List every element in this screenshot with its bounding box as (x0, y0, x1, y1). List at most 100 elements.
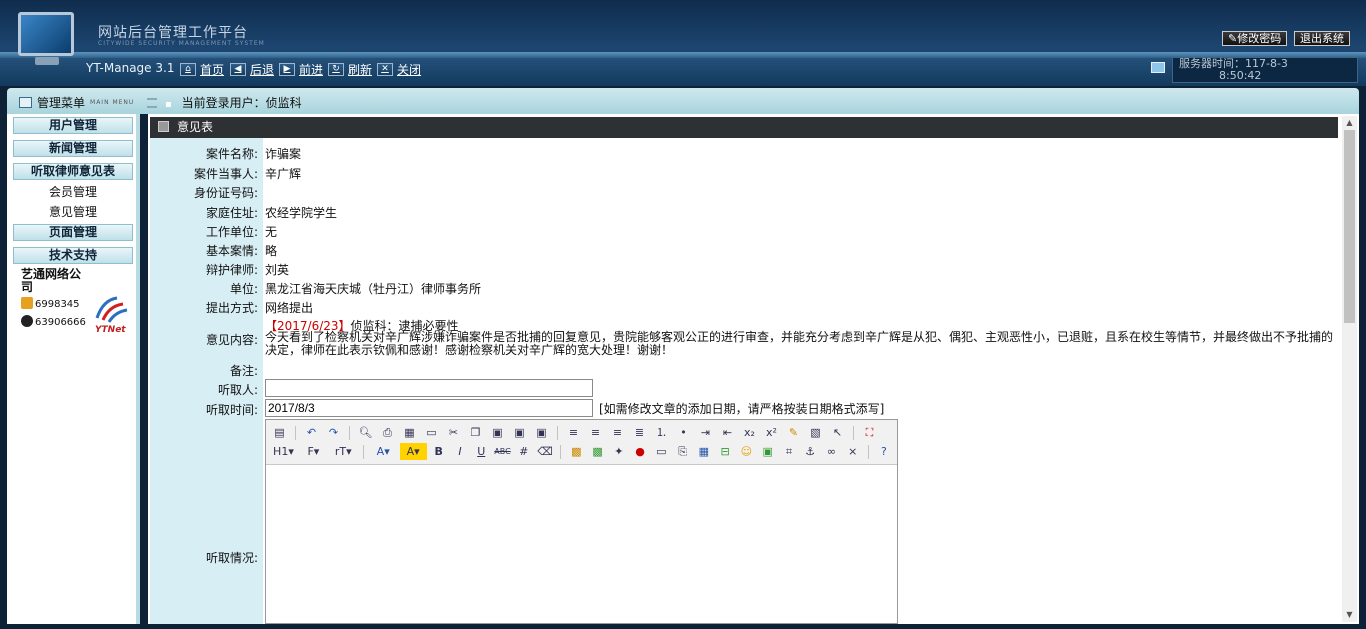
cut-icon[interactable]: ✂ (444, 424, 463, 441)
align-left-icon[interactable]: ≡ (564, 424, 583, 441)
scroll-thumb[interactable] (1344, 130, 1355, 323)
case-name-label: 案件名称: (205, 147, 258, 161)
code-icon[interactable]: ▭ (422, 424, 441, 441)
fullscreen-icon[interactable]: ⛶ (860, 424, 879, 441)
subscript-icon[interactable]: x₂ (740, 424, 759, 441)
font-size-icon[interactable]: rT▾ (330, 443, 357, 460)
horizontal-rule-icon[interactable]: ⊟ (716, 443, 734, 460)
baidu-map-icon[interactable]: ▣ (759, 443, 777, 460)
bold-icon[interactable]: B (430, 443, 448, 460)
case-name-value: 诈骗案 (265, 147, 302, 161)
source-icon[interactable]: ▤ (270, 424, 289, 441)
scroll-down-icon[interactable]: ▼ (1342, 608, 1357, 622)
template-icon[interactable]: ▦ (400, 424, 419, 441)
underline-icon[interactable]: U (472, 443, 490, 460)
refresh-icon: ↻ (328, 63, 344, 76)
justify-icon[interactable]: ≣ (630, 424, 649, 441)
page-break-icon[interactable]: ⌗ (780, 443, 798, 460)
emoticon-icon[interactable]: ☺ (737, 443, 755, 460)
link-icon[interactable]: ∞ (822, 443, 840, 460)
receiver-input[interactable] (265, 379, 593, 397)
attachment-icon[interactable]: ⎘ (673, 443, 691, 460)
panel-icon (158, 121, 169, 132)
panel-header: 意见表 (150, 117, 1338, 138)
change-password-button[interactable]: ✎修改密码 (1222, 31, 1288, 46)
sidebar-group-news[interactable]: 新闻管理 (13, 140, 133, 157)
address-value: 农经学院学生 (265, 206, 338, 220)
table-grid-icon[interactable]: # (515, 443, 533, 460)
sidebar-group-pages[interactable]: 页面管理 (13, 224, 133, 241)
copy-icon[interactable]: ❐ (466, 424, 485, 441)
image-icon[interactable]: ▩ (567, 443, 585, 460)
firm-label: 单位: (229, 282, 258, 296)
nav-forward[interactable]: ▶ 前进 (279, 61, 323, 78)
help-icon[interactable]: ? (875, 443, 893, 460)
font-family-icon[interactable]: F▾ (300, 443, 327, 460)
sidebar-group-tech-support[interactable]: 技术支持 (13, 247, 133, 264)
unordered-list-icon[interactable]: • (674, 424, 693, 441)
sidebar-item-members[interactable]: 会员管理 (7, 182, 136, 202)
insert-table-icon[interactable]: ▦ (695, 443, 713, 460)
server-icon (1151, 62, 1165, 73)
time-input[interactable] (265, 399, 593, 417)
server-time: 服务器时间：117-8-3 8:50:42 (1172, 57, 1358, 83)
select-all-icon[interactable]: ▧ (806, 424, 825, 441)
firm-value: 黑龙江省海天庆城（牡丹江）律师事务所 (265, 282, 482, 296)
redo-icon[interactable]: ↷ (324, 424, 343, 441)
opinion-text: 今天看到了检察机关对辛广辉涉嫌诈骗案件是否批捕的回复意见，贵院能够客观公正的进行… (265, 330, 1334, 357)
sidebar-group-users[interactable]: 用户管理 (13, 117, 133, 134)
highlight-color-icon[interactable]: A▾ (399, 443, 427, 460)
paste-word-icon[interactable]: ▣ (532, 424, 551, 441)
lawyer-value: 刘英 (265, 263, 290, 277)
clear-format-icon[interactable]: ✎ (784, 424, 803, 441)
key-icon: ✎ (1228, 32, 1238, 45)
collapse-lines-icon[interactable] (147, 97, 158, 108)
media-icon[interactable]: ● (631, 443, 649, 460)
menu-icon (19, 97, 32, 108)
qq-penguin-icon (21, 315, 33, 327)
outdent-icon[interactable]: ⇤ (718, 424, 737, 441)
method-value: 网络提出 (265, 301, 314, 315)
flash-icon[interactable]: ✦ (610, 443, 628, 460)
editor-toolbar: ▤ ↶ ↷ 🔍︎ ⎙ ▦ ▭ ✂ ❐ ▣ ▣ ▣ ≡ ≡ ≡ ≣ ⒈ • ⇥ ⇤… (266, 420, 897, 465)
italic-icon[interactable]: I (451, 443, 469, 460)
paste-text-icon[interactable]: ▣ (510, 424, 529, 441)
cursor-icon[interactable]: ↖ (828, 424, 847, 441)
employer-value: 无 (265, 225, 278, 239)
app-version: YT-Manage 3.1 (86, 61, 175, 75)
undo-icon[interactable]: ↶ (302, 424, 321, 441)
ordered-list-icon[interactable]: ⒈ (652, 424, 671, 441)
case-summary-value: 略 (265, 244, 278, 258)
vertical-scrollbar[interactable]: ▲ ▼ (1342, 116, 1357, 622)
nav-close[interactable]: ✕ 关闭 (377, 61, 421, 78)
close-icon: ✕ (377, 63, 393, 76)
anchor-icon[interactable]: ⚓ (801, 443, 819, 460)
print-icon[interactable]: ⎙ (378, 424, 397, 441)
sidebar-item-opinions[interactable]: 意见管理 (7, 202, 136, 222)
sidebar-group-lawyer-opinion[interactable]: 听取律师意见表 (13, 163, 133, 180)
address-label: 家庭住址: (205, 206, 258, 220)
rich-text-editor[interactable]: ▤ ↶ ↷ 🔍︎ ⎙ ▦ ▭ ✂ ❐ ▣ ▣ ▣ ≡ ≡ ≡ ≣ ⒈ • ⇥ ⇤… (265, 419, 898, 624)
unlink-icon[interactable]: ⨯ (844, 443, 862, 460)
nav-back[interactable]: ◀ 后退 (230, 61, 274, 78)
file-manager-icon[interactable]: ▭ (652, 443, 670, 460)
strikethrough-icon[interactable]: ABC (493, 443, 511, 460)
align-right-icon[interactable]: ≡ (608, 424, 627, 441)
nav-home[interactable]: ⌂ 首页 (180, 61, 224, 78)
superscript-icon[interactable]: x² (762, 424, 781, 441)
time-label: 听取时间: (205, 403, 258, 417)
logout-button[interactable]: 退出系统 (1294, 31, 1350, 46)
align-center-icon[interactable]: ≡ (586, 424, 605, 441)
heading-icon[interactable]: H1▾ (270, 443, 297, 460)
font-color-icon[interactable]: A▾ (370, 443, 397, 460)
employer-label: 工作单位: (205, 225, 258, 239)
paste-icon[interactable]: ▣ (488, 424, 507, 441)
forward-arrow-icon: ▶ (279, 63, 295, 76)
preview-icon[interactable]: 🔍︎ (356, 424, 375, 441)
multi-image-icon[interactable]: ▩ (588, 443, 606, 460)
nav-refresh[interactable]: ↻ 刷新 (328, 61, 372, 78)
scroll-up-icon[interactable]: ▲ (1342, 116, 1357, 130)
eraser-icon[interactable]: ⌫ (536, 443, 554, 460)
indent-icon[interactable]: ⇥ (696, 424, 715, 441)
monitor-logo-icon (18, 12, 74, 65)
